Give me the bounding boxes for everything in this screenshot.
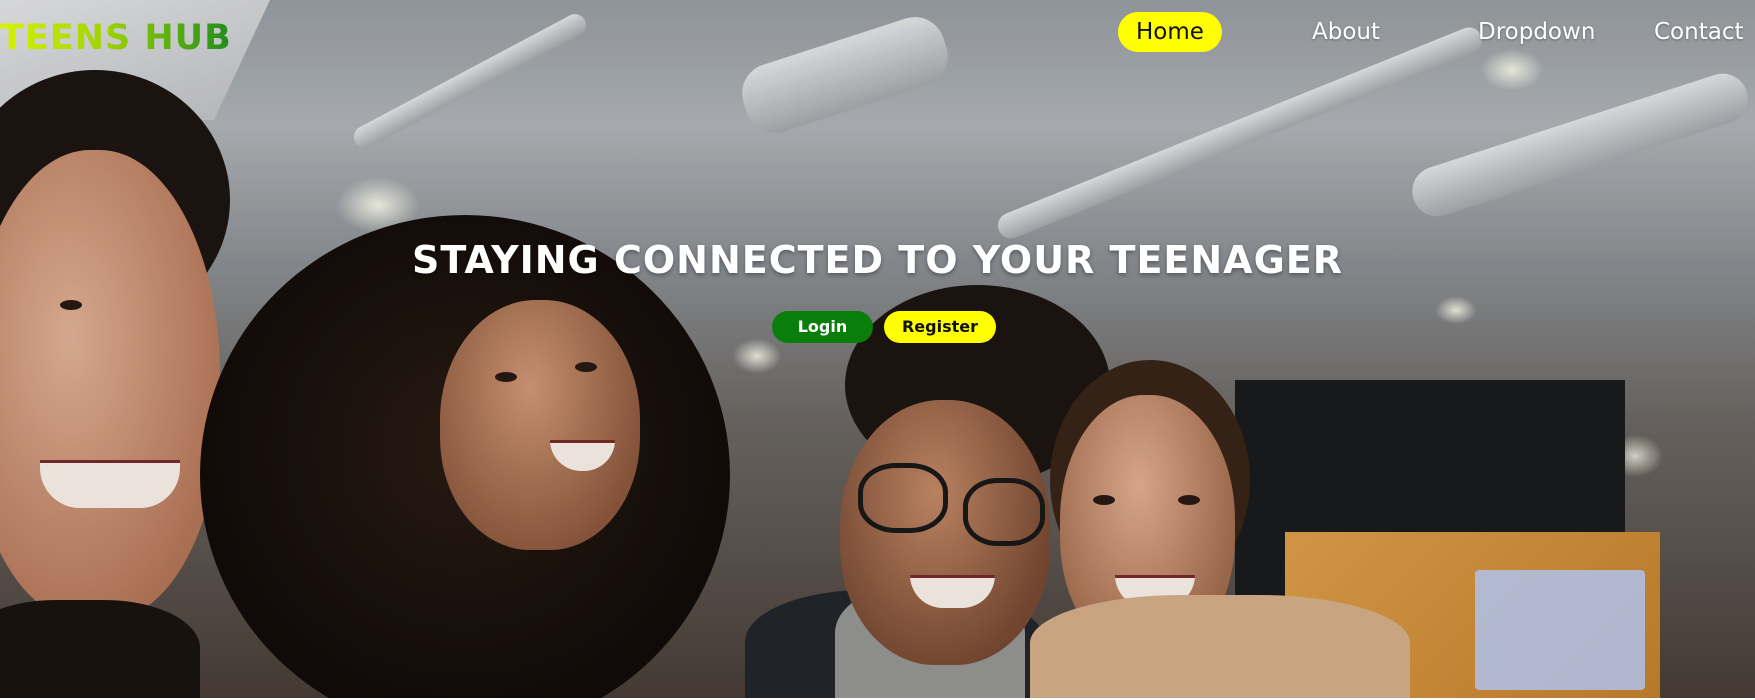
nav-item-about[interactable]: About — [1312, 12, 1380, 52]
nav-item-dropdown[interactable]: Dropdown — [1478, 12, 1595, 52]
nav-item-contact[interactable]: Contact — [1654, 12, 1743, 52]
main-nav: Home About Dropdown Contact — [0, 12, 1755, 52]
hero-background-photo — [0, 0, 1755, 698]
hero-headline: STAYING CONNECTED TO YOUR TEENAGER — [411, 238, 1343, 282]
photo-overlay — [0, 0, 1755, 698]
nav-item-home[interactable]: Home — [1118, 12, 1222, 52]
register-button[interactable]: Register — [884, 311, 996, 343]
login-button[interactable]: Login — [772, 311, 873, 343]
